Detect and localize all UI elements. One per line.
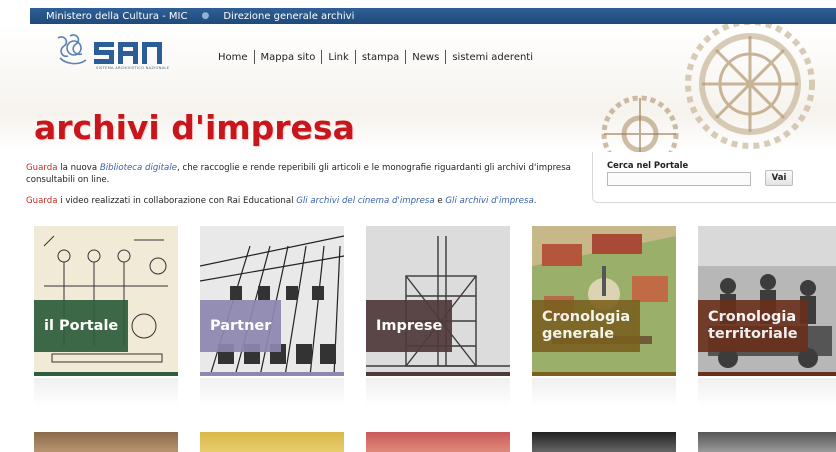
tile-label-line1: Imprese [376, 317, 443, 334]
tile-reflection [34, 378, 178, 406]
tile-accent-bar [200, 372, 344, 376]
nav-home[interactable]: Home [212, 52, 254, 63]
search-box: Cerca nel Portale Vai [592, 152, 836, 203]
intro-text-span: la nuova [57, 163, 100, 173]
tile-partner[interactable]: Partner [200, 226, 344, 376]
tile-label-line2: generale [542, 326, 615, 342]
tile-accent-bar [34, 372, 178, 376]
search-label: Cerca nel Portale [607, 160, 689, 170]
tile-row2-2[interactable] [200, 432, 344, 452]
tile-label: Cronologia territoriale [698, 300, 808, 352]
tile-reflection [532, 378, 676, 406]
tile-label-line1: Partner [210, 317, 272, 334]
tile-label: Partner [200, 300, 282, 352]
san-logo[interactable]: SISTEMA ARCHIVISTICO NAZIONALE [56, 30, 186, 74]
site-header: SISTEMA ARCHIVISTICO NAZIONALE Home Mapp… [0, 24, 836, 152]
nav-sistemi-aderenti[interactable]: sistemi aderenti [446, 52, 539, 63]
intro-paragraph-1: Guarda la nuova Biblioteca digitale, che… [26, 162, 586, 186]
biblioteca-digitale-link[interactable]: Biblioteca digitale [100, 163, 177, 173]
tile-il-portale[interactable]: il Portale [34, 226, 178, 376]
tile-imprese[interactable]: Imprese [366, 226, 510, 376]
search-button[interactable]: Vai [765, 170, 793, 186]
intro-text-span: i video realizzati in collaborazione con… [57, 196, 297, 206]
tile-row2-5[interactable] [698, 432, 836, 452]
nav-news[interactable]: News [406, 52, 445, 63]
tile-row2-4[interactable] [532, 432, 676, 452]
tile-row2-1[interactable] [34, 432, 178, 452]
tile-label-line2: territoriale [708, 326, 798, 342]
gears-illustration [601, 24, 815, 152]
search-input[interactable] [607, 172, 751, 186]
nav-link[interactable]: Link [322, 52, 354, 63]
tile-row2-3[interactable] [366, 432, 510, 452]
tile-accent-bar [698, 372, 836, 376]
ministry-bar: Ministero della Cultura - MIC ● Direzion… [30, 8, 836, 24]
bullet-separator: ● [201, 11, 210, 21]
tile-accent-bar [532, 372, 676, 376]
tile-label-line1: Cronologia [542, 309, 631, 325]
intro-text-span: . [533, 196, 537, 206]
tile-accent-bar [366, 372, 510, 376]
guarda-link[interactable]: Guarda [26, 163, 57, 173]
tile-cronologia-generale[interactable]: Cronologia generale [532, 226, 676, 376]
tile-reflection [366, 378, 510, 406]
guarda-link[interactable]: Guarda [26, 196, 57, 206]
intro-text-span: e [434, 196, 446, 206]
intro-paragraph-2: Guarda i video realizzati in collaborazi… [26, 195, 586, 207]
tile-reflection [200, 378, 344, 406]
main-nav: Home Mappa sito Link stampa News sistemi… [212, 50, 539, 64]
nav-mappa-sito[interactable]: Mappa sito [255, 52, 322, 63]
ministry-link[interactable]: Ministero della Cultura - MIC [30, 11, 187, 22]
cinema-impresa-link[interactable]: Gli archivi del cinema d'impresa [296, 196, 434, 206]
tile-label: il Portale [34, 300, 129, 352]
archivi-impresa-video-link[interactable]: Gli archivi d'impresa [445, 196, 533, 206]
tile-cronologia-territoriale[interactable]: Cronologia territoriale [698, 226, 836, 376]
tile-label: Imprese [366, 300, 453, 352]
tile-reflection [698, 378, 836, 406]
directorate-link[interactable]: Direzione generale archivi [223, 11, 354, 22]
site-title: archivi d'impresa [34, 108, 355, 147]
nav-stampa[interactable]: stampa [356, 52, 405, 63]
tile-label: Cronologia generale [532, 300, 641, 352]
intro-text: Guarda la nuova Biblioteca digitale, che… [26, 162, 586, 216]
tile-label-line1: Cronologia [708, 309, 797, 325]
logo-tagline: SISTEMA ARCHIVISTICO NAZIONALE [96, 66, 170, 70]
tile-label-line1: il Portale [44, 317, 119, 334]
